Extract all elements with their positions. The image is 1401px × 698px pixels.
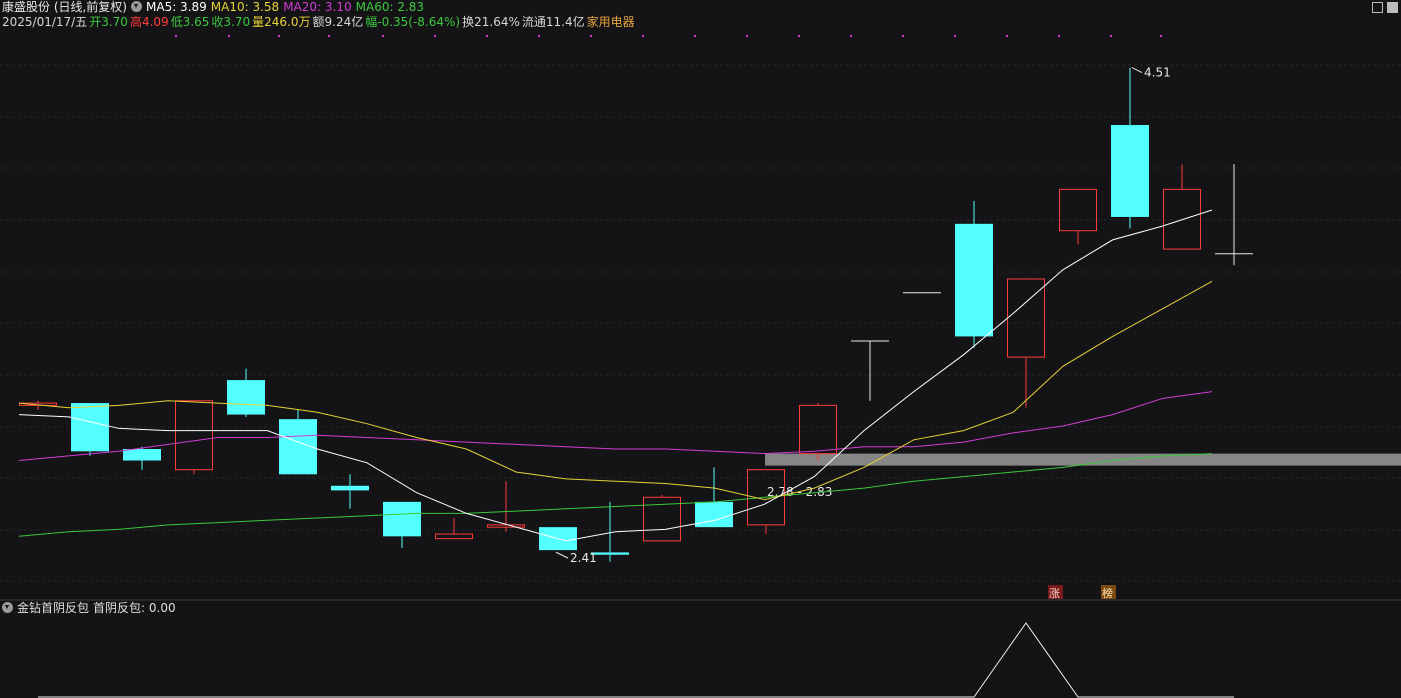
period-marker-dot	[1110, 35, 1112, 37]
candle-body-up	[175, 400, 213, 471]
period-marker-dot	[746, 35, 748, 37]
ma60-line	[18, 453, 1213, 537]
annotations: 4.51 2.41 涨 榜	[555, 66, 1171, 600]
candle-body-down	[71, 403, 109, 452]
period-marker-dot	[902, 35, 904, 37]
tag-bang: 榜	[1101, 585, 1116, 600]
candle	[1215, 164, 1253, 266]
indicator-header: 金钻首阴反包 首阴反包: 0.00	[2, 601, 180, 615]
tag-zhang: 涨	[1048, 585, 1063, 600]
indicator-panel	[38, 622, 1234, 698]
period-marker-dot	[228, 35, 230, 37]
candle-body-down	[123, 449, 161, 461]
candle-body-down	[1111, 125, 1149, 217]
period-marker-dot	[382, 35, 384, 37]
low-label: 2.41	[570, 551, 597, 565]
candle-body-up	[799, 404, 837, 455]
indicator-value: 首阴反包: 0.00	[93, 601, 176, 615]
period-marker-dot	[175, 35, 177, 37]
period-marker-dot	[278, 35, 280, 37]
candle	[435, 517, 473, 540]
period-marker-dot	[590, 35, 592, 37]
candle	[695, 467, 733, 528]
high-label: 4.51	[1144, 66, 1171, 80]
candle	[19, 400, 57, 410]
indicator-name[interactable]: 金钻首阴反包	[17, 601, 89, 615]
candle-body-down	[383, 501, 421, 537]
candle	[747, 469, 785, 535]
period-marker-dot	[694, 35, 696, 37]
high-pointer	[1131, 67, 1143, 74]
candle	[1059, 188, 1097, 245]
kline-chart[interactable]: 2.78 - 2.83 4.51 2.41 涨 榜	[0, 0, 1401, 698]
candle-body-down	[227, 380, 265, 415]
period-marker-dot	[1006, 35, 1008, 37]
period-marker-dot	[850, 35, 852, 37]
tag-bang-label: 榜	[1102, 586, 1113, 600]
candle	[851, 340, 889, 401]
period-marker-dot	[642, 35, 644, 37]
candle	[955, 200, 993, 348]
low-pointer	[555, 551, 569, 559]
period-marker-dot	[954, 35, 956, 37]
period-marker-dot	[1160, 35, 1162, 37]
candles	[19, 67, 1253, 562]
candle	[175, 400, 213, 475]
period-marker-dot	[538, 35, 540, 37]
period-marker-dot	[434, 35, 436, 37]
candle-body-down	[331, 485, 369, 491]
candle	[71, 403, 109, 456]
price-band-rect	[765, 453, 1401, 466]
candle	[227, 368, 265, 417]
candle	[331, 474, 369, 509]
candle-body-up	[435, 533, 473, 540]
indicator-line	[38, 622, 1234, 698]
ma10-line	[18, 280, 1213, 501]
indicator-dropdown-icon[interactable]	[2, 602, 13, 613]
period-marker-dot	[328, 35, 330, 37]
candle	[1163, 164, 1201, 250]
candle	[1111, 67, 1149, 229]
period-marker-dot	[798, 35, 800, 37]
price-band: 2.78 - 2.83	[765, 453, 1401, 499]
candle-body-up	[1059, 188, 1097, 232]
period-marker-dot	[1058, 35, 1060, 37]
candle-body-up	[487, 524, 525, 528]
candle-body-down	[955, 223, 993, 337]
candle	[383, 501, 421, 548]
period-marker-dot	[486, 35, 488, 37]
candle	[643, 494, 681, 542]
tag-zhang-label: 涨	[1049, 587, 1060, 600]
